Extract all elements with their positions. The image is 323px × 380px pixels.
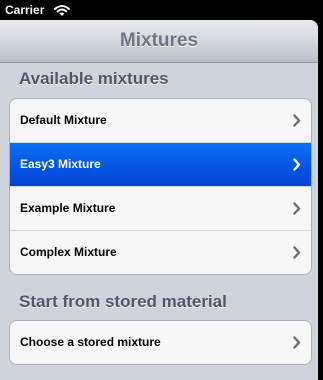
list-item-easy3-mixture[interactable]: Easy3 Mixture [10,143,311,187]
section-header-available: Available mixtures [19,69,169,88]
list-item-example-mixture[interactable]: Example Mixture [10,187,311,231]
status-bar: Carrier [0,0,323,20]
navigation-bar: Mixtures [0,20,318,63]
stored-material-list: Choose a stored mixture [9,320,312,365]
list-item-label: Easy3 Mixture [20,157,101,171]
list-item-default-mixture[interactable]: Default Mixture [10,99,311,143]
mixtures-panel: Mixtures Available mixtures Default Mixt… [0,20,318,380]
chevron-right-icon [293,114,301,127]
chevron-right-icon [293,336,301,349]
list-item-label: Example Mixture [20,201,116,215]
list-item-label: Choose a stored mixture [20,335,161,349]
list-item-label: Default Mixture [20,113,107,127]
list-item-complex-mixture[interactable]: Complex Mixture [10,231,311,274]
list-item-choose-stored-mixture[interactable]: Choose a stored mixture [10,321,311,364]
section-header-stored: Start from stored material [19,292,227,311]
chevron-right-icon [293,202,301,215]
chevron-right-icon [293,246,301,259]
wifi-icon [54,3,70,16]
window-edge [318,20,323,380]
chevron-right-icon [293,158,301,171]
carrier-label: Carrier [5,3,45,17]
page-title: Mixtures [119,30,199,51]
available-mixtures-list: Default Mixture Easy3 Mixture Example Mi… [9,98,312,275]
list-item-label: Complex Mixture [20,245,117,259]
